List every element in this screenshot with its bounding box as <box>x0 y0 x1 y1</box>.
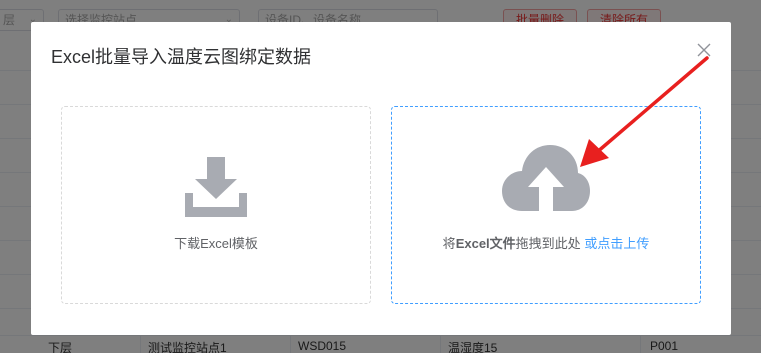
upload-label-bold: Excel文件 <box>455 236 516 251</box>
upload-label-middle: 拖拽到此处 <box>515 236 581 251</box>
click-upload-link[interactable]: 或点击上传 <box>584 236 649 251</box>
download-template-card[interactable]: 下载Excel模板 <box>61 106 371 304</box>
import-dialog: Excel批量导入温度云图绑定数据 下载Excel模板 将Excel文件拖拽到此… <box>31 22 731 335</box>
upload-drop-zone[interactable]: 将Excel文件拖拽到此处 或点击上传 <box>391 106 701 304</box>
upload-instruction: 将Excel文件拖拽到此处 或点击上传 <box>392 233 700 252</box>
close-icon[interactable] <box>697 42 711 60</box>
close-icon-glyph <box>697 43 711 57</box>
download-template-label: 下载Excel模板 <box>174 236 258 251</box>
cloud-upload-icon <box>502 145 590 219</box>
download-icon <box>185 157 247 217</box>
upload-label-prefix: 将 <box>442 236 456 251</box>
dialog-title: Excel批量导入温度云图绑定数据 <box>51 47 312 67</box>
